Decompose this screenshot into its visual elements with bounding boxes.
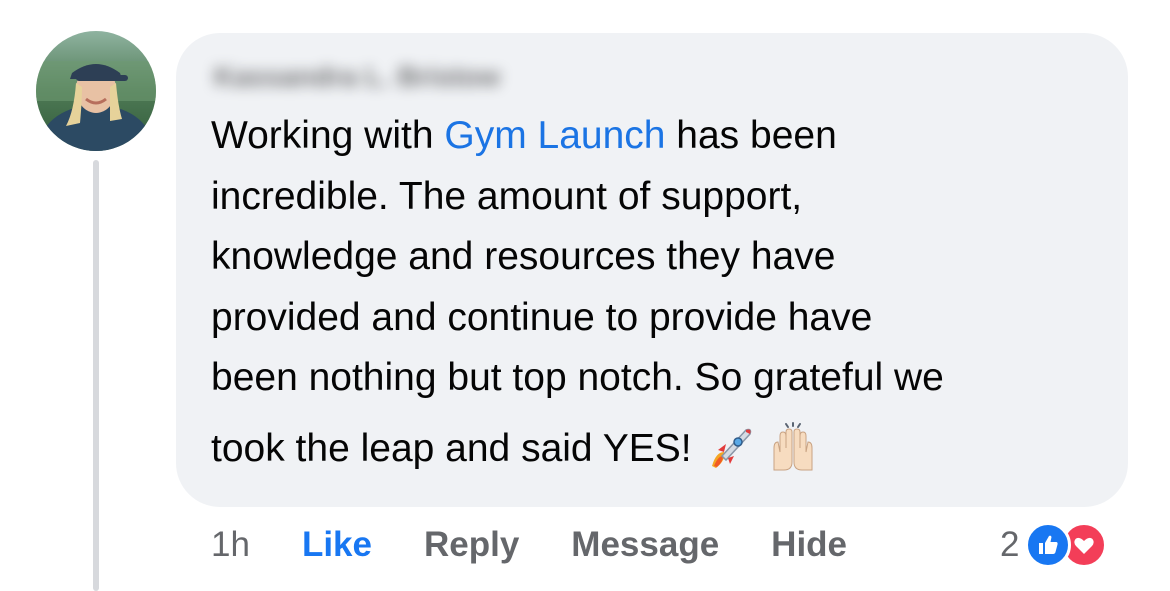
comment-text: Working with Gym Launch has been incredi… — [211, 106, 1111, 479]
comment-text-segment: took the leap and said YES! — [211, 426, 692, 470]
comment-line-1: Working with Gym Launch has been — [211, 106, 1111, 167]
author-name[interactable]: Kassandra L. Bristow — [214, 61, 500, 93]
like-button[interactable]: Like — [302, 525, 372, 565]
comment-line-2: incredible. The amount of support, — [211, 174, 803, 218]
message-button[interactable]: Message — [571, 525, 719, 565]
reactions-summary[interactable]: 2 — [1000, 520, 1108, 570]
comment-line-3: knowledge and resources they have — [211, 235, 836, 278]
hide-button[interactable]: Hide — [771, 525, 847, 565]
avatar[interactable] — [36, 31, 156, 151]
comment-text-segment: has been — [665, 114, 837, 157]
comment-line-5: been nothing but top notch. So grateful … — [211, 356, 944, 399]
comment-text-segment: Working with — [211, 114, 445, 157]
reply-button[interactable]: Reply — [424, 525, 519, 565]
thread-line — [93, 160, 99, 591]
mention-link[interactable]: Gym Launch — [444, 114, 665, 157]
comment-author[interactable]: Kassandra L. Bristow — [214, 58, 500, 96]
comment-line-4: provided and continue to provide have — [211, 295, 873, 339]
like-reaction-icon[interactable] — [1025, 522, 1072, 568]
reaction-count[interactable]: 2 — [1000, 525, 1019, 565]
rocket-emoji — [702, 422, 756, 476]
timestamp[interactable]: 1h — [211, 525, 250, 565]
comment-line-6: took the leap and said YES! — [211, 419, 1111, 480]
raising-hands-emoji — [766, 421, 820, 476]
comment-actions: 1h Like Reply Message Hide — [211, 520, 899, 570]
